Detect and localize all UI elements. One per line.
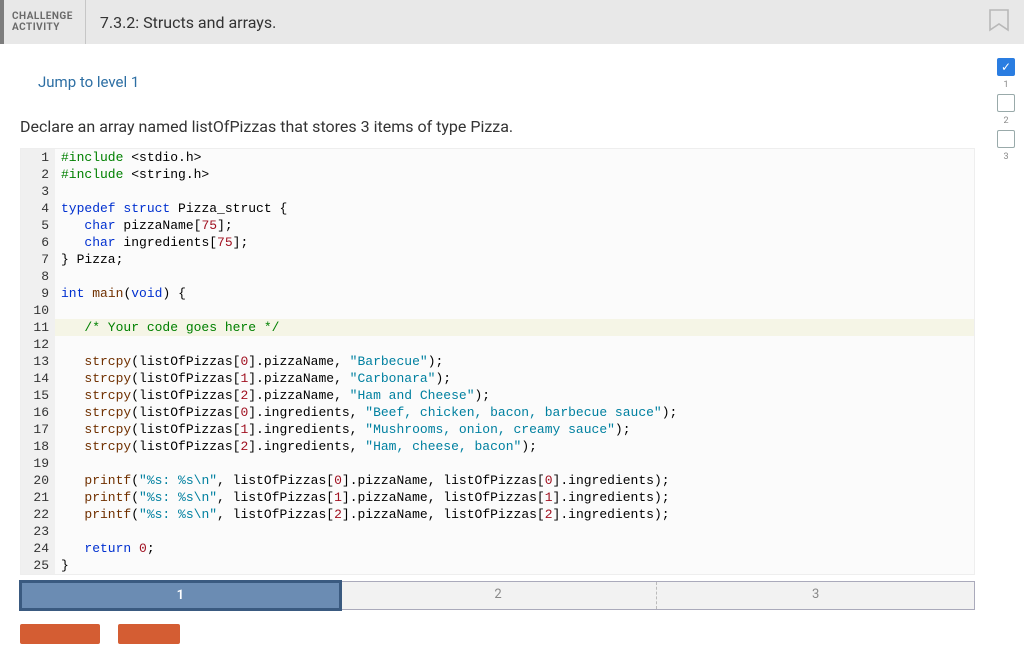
code-text[interactable]: printf("%s: %s\n", listOfPizzas[1].pizza… — [55, 489, 974, 506]
line-number: 3 — [21, 183, 55, 200]
line-number: 13 — [21, 353, 55, 370]
level-tabs: 123 — [20, 581, 975, 610]
code-line[interactable]: 9int main(void) { — [21, 285, 974, 302]
code-text[interactable] — [55, 183, 974, 200]
line-number: 24 — [21, 540, 55, 557]
code-line[interactable]: 13 strcpy(listOfPizzas[0].pizzaName, "Ba… — [21, 353, 974, 370]
problem-prompt: Declare an array named listOfPizzas that… — [20, 117, 1004, 136]
code-text[interactable] — [55, 455, 974, 472]
line-number: 7 — [21, 251, 55, 268]
line-number: 14 — [21, 370, 55, 387]
next-button[interactable] — [118, 624, 180, 644]
progress-box-2[interactable] — [997, 94, 1015, 112]
code-text[interactable]: strcpy(listOfPizzas[2].pizzaName, "Ham a… — [55, 387, 974, 404]
progress-box-3[interactable] — [997, 130, 1015, 148]
line-number: 10 — [21, 302, 55, 319]
line-number: 11 — [21, 319, 55, 336]
activity-title: 7.3.2: Structs and arrays. — [86, 13, 276, 32]
code-line[interactable]: 19 — [21, 455, 974, 472]
code-line[interactable]: 5 char pizzaName[75]; — [21, 217, 974, 234]
progress-num: 1 — [1003, 80, 1008, 90]
code-text[interactable]: /* Your code goes here */ — [55, 319, 974, 336]
code-line[interactable]: 6 char ingredients[75]; — [21, 234, 974, 251]
line-number: 15 — [21, 387, 55, 404]
code-line[interactable]: 16 strcpy(listOfPizzas[0].ingredients, "… — [21, 404, 974, 421]
line-number: 1 — [21, 149, 55, 166]
line-number: 8 — [21, 268, 55, 285]
code-line[interactable]: 18 strcpy(listOfPizzas[2].ingredients, "… — [21, 438, 974, 455]
line-number: 25 — [21, 557, 55, 574]
progress-num: 2 — [1003, 116, 1008, 126]
code-text[interactable]: } Pizza; — [55, 251, 974, 268]
action-bar — [20, 624, 1004, 644]
challenge-label-line1: CHALLENGE — [12, 11, 73, 22]
progress-column: ✓ 1 2 3 — [994, 58, 1018, 162]
code-text[interactable]: typedef struct Pizza_struct { — [55, 200, 974, 217]
code-line[interactable]: 14 strcpy(listOfPizzas[1].pizzaName, "Ca… — [21, 370, 974, 387]
code-text[interactable]: strcpy(listOfPizzas[1].pizzaName, "Carbo… — [55, 370, 974, 387]
line-number: 5 — [21, 217, 55, 234]
code-line[interactable]: 20 printf("%s: %s\n", listOfPizzas[0].pi… — [21, 472, 974, 489]
code-line[interactable]: 11 /* Your code goes here */ — [21, 319, 974, 336]
code-line[interactable]: 17 strcpy(listOfPizzas[1].ingredients, "… — [21, 421, 974, 438]
challenge-activity-label: CHALLENGE ACTIVITY — [4, 0, 86, 44]
code-line[interactable]: 23 — [21, 523, 974, 540]
code-line[interactable]: 22 printf("%s: %s\n", listOfPizzas[2].pi… — [21, 506, 974, 523]
line-number: 9 — [21, 285, 55, 302]
level-tab-3[interactable]: 3 — [657, 582, 974, 609]
line-number: 4 — [21, 200, 55, 217]
code-line[interactable]: 1#include <stdio.h> — [21, 149, 974, 166]
code-text[interactable]: } — [55, 557, 974, 574]
main-content: Jump to level 1 Declare an array named l… — [0, 44, 1024, 644]
code-line[interactable]: 4typedef struct Pizza_struct { — [21, 200, 974, 217]
code-text[interactable] — [55, 336, 974, 353]
check-button[interactable] — [20, 624, 100, 644]
code-text[interactable]: #include <stdio.h> — [55, 149, 974, 166]
level-tab-2[interactable]: 2 — [340, 582, 658, 609]
line-number: 23 — [21, 523, 55, 540]
code-text[interactable]: strcpy(listOfPizzas[0].ingredients, "Bee… — [55, 404, 974, 421]
code-text[interactable]: char pizzaName[75]; — [55, 217, 974, 234]
line-number: 17 — [21, 421, 55, 438]
code-line[interactable]: 21 printf("%s: %s\n", listOfPizzas[1].pi… — [21, 489, 974, 506]
code-text[interactable] — [55, 302, 974, 319]
line-number: 20 — [21, 472, 55, 489]
line-number: 19 — [21, 455, 55, 472]
code-text[interactable]: return 0; — [55, 540, 974, 557]
bookmark-shield-icon[interactable] — [986, 7, 1012, 37]
code-text[interactable]: printf("%s: %s\n", listOfPizzas[2].pizza… — [55, 506, 974, 523]
code-line[interactable]: 3 — [21, 183, 974, 200]
code-line[interactable]: 10 — [21, 302, 974, 319]
code-line[interactable]: 7} Pizza; — [21, 251, 974, 268]
code-text[interactable]: strcpy(listOfPizzas[0].pizzaName, "Barbe… — [55, 353, 974, 370]
line-number: 21 — [21, 489, 55, 506]
challenge-label-line2: ACTIVITY — [12, 22, 73, 33]
line-number: 18 — [21, 438, 55, 455]
code-line[interactable]: 8 — [21, 268, 974, 285]
challenge-header: CHALLENGE ACTIVITY 7.3.2: Structs and ar… — [0, 0, 1024, 44]
code-line[interactable]: 24 return 0; — [21, 540, 974, 557]
jump-to-level-link[interactable]: Jump to level 1 — [38, 73, 139, 91]
code-text[interactable]: int main(void) { — [55, 285, 974, 302]
line-number: 16 — [21, 404, 55, 421]
code-text[interactable]: strcpy(listOfPizzas[1].ingredients, "Mus… — [55, 421, 974, 438]
code-text[interactable]: #include <string.h> — [55, 166, 974, 183]
line-number: 2 — [21, 166, 55, 183]
code-text[interactable]: strcpy(listOfPizzas[2].ingredients, "Ham… — [55, 438, 974, 455]
progress-num: 3 — [1003, 152, 1008, 162]
line-number: 12 — [21, 336, 55, 353]
code-text[interactable]: char ingredients[75]; — [55, 234, 974, 251]
level-tab-1[interactable]: 1 — [19, 580, 342, 611]
code-editor[interactable]: 1#include <stdio.h>2#include <string.h>3… — [20, 148, 975, 575]
code-text[interactable] — [55, 268, 974, 285]
code-text[interactable]: printf("%s: %s\n", listOfPizzas[0].pizza… — [55, 472, 974, 489]
progress-box-1[interactable]: ✓ — [997, 58, 1015, 76]
line-number: 22 — [21, 506, 55, 523]
code-line[interactable]: 12 — [21, 336, 974, 353]
code-line[interactable]: 2#include <string.h> — [21, 166, 974, 183]
code-text[interactable] — [55, 523, 974, 540]
line-number: 6 — [21, 234, 55, 251]
code-line[interactable]: 25} — [21, 557, 974, 574]
code-line[interactable]: 15 strcpy(listOfPizzas[2].pizzaName, "Ha… — [21, 387, 974, 404]
